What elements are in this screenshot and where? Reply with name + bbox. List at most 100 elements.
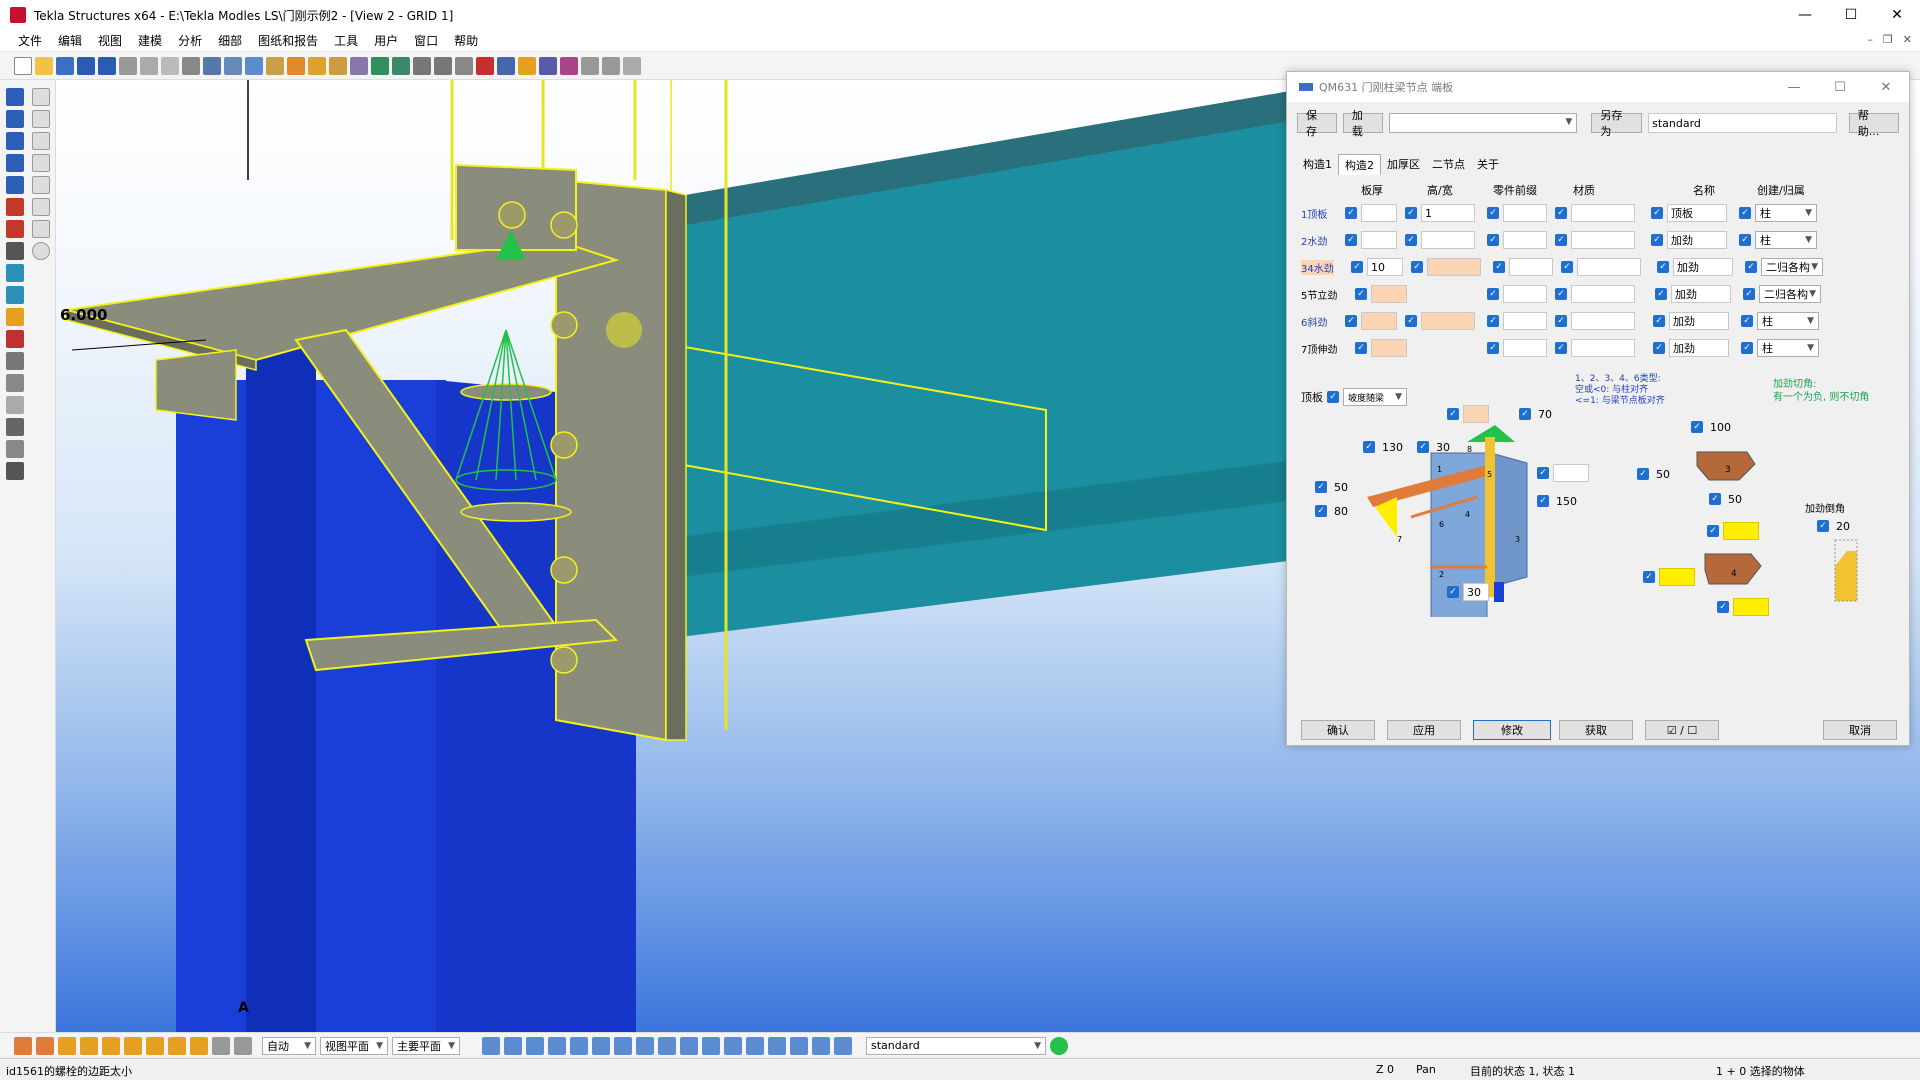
- close-button[interactable]: ✕: [1874, 0, 1920, 30]
- select-line-icon[interactable]: [790, 1036, 808, 1055]
- bolt-tool-icon[interactable]: [6, 198, 24, 216]
- mdi-minimize-icon[interactable]: –: [1867, 33, 1873, 46]
- checkbox[interactable]: ✓: [1351, 261, 1363, 273]
- modify-button[interactable]: 修改: [1473, 720, 1551, 740]
- apply-button[interactable]: 应用: [1387, 720, 1461, 740]
- checkbox[interactable]: ✓: [1405, 207, 1417, 219]
- offset-tool-icon[interactable]: [32, 132, 50, 150]
- prefix-input[interactable]: [1503, 231, 1547, 249]
- chamfer-input-yellow-1[interactable]: [1723, 522, 1759, 540]
- checkbox[interactable]: ✓: [1411, 261, 1423, 273]
- height-width-input[interactable]: [1421, 231, 1475, 249]
- menu-window[interactable]: 窗口: [406, 32, 446, 49]
- snap-nearest-icon[interactable]: [146, 1036, 164, 1055]
- select-bolt-icon[interactable]: [614, 1036, 632, 1055]
- plate-icon[interactable]: [6, 176, 24, 194]
- snap-any-icon[interactable]: [168, 1036, 186, 1055]
- arc-tool-icon[interactable]: [32, 110, 50, 128]
- cancel-button[interactable]: 取消: [1823, 720, 1897, 740]
- thickness-input[interactable]: 10: [1367, 258, 1403, 276]
- dim-input-30[interactable]: 30: [1433, 438, 1459, 456]
- dim-input-80[interactable]: 80: [1331, 502, 1367, 520]
- checkbox[interactable]: ✓: [1487, 315, 1499, 327]
- assembly-icon[interactable]: [308, 56, 326, 75]
- prefix-input[interactable]: [1503, 204, 1547, 222]
- material-input[interactable]: [1577, 258, 1641, 276]
- checkbox[interactable]: ✓: [1345, 315, 1357, 327]
- owner-select[interactable]: 柱 ▼: [1755, 204, 1817, 222]
- prefix-input[interactable]: [1503, 285, 1547, 303]
- snap-center-icon[interactable]: [58, 1036, 76, 1055]
- height-width-input[interactable]: [1421, 312, 1475, 330]
- prefix-input[interactable]: [1509, 258, 1553, 276]
- select-construction-icon[interactable]: [812, 1036, 830, 1055]
- dialog-close-button[interactable]: ✕: [1863, 72, 1909, 102]
- render-icon[interactable]: [560, 56, 578, 75]
- profile-icon[interactable]: [6, 264, 24, 282]
- checkbox[interactable]: ✓: [1637, 468, 1649, 480]
- dialog-minimize-button[interactable]: —: [1771, 72, 1817, 102]
- dimension-icon[interactable]: [413, 56, 431, 75]
- checkbox[interactable]: ✓: [1657, 261, 1669, 273]
- snap-perp-icon[interactable]: [102, 1036, 120, 1055]
- combine-tool-icon[interactable]: [32, 198, 50, 216]
- numbering-icon[interactable]: [497, 56, 515, 75]
- material-input[interactable]: [1571, 231, 1635, 249]
- grid-icon[interactable]: [224, 56, 242, 75]
- checkbox[interactable]: ✓: [1537, 467, 1549, 479]
- dim-input-100[interactable]: 100: [1707, 418, 1743, 436]
- save-icon[interactable]: [56, 56, 74, 75]
- menu-modeling[interactable]: 建模: [130, 32, 170, 49]
- selection-icon[interactable]: [539, 56, 557, 75]
- checkbox[interactable]: ✓: [1653, 315, 1665, 327]
- checkbox[interactable]: ✓: [1447, 586, 1459, 598]
- snap-icon[interactable]: [371, 56, 389, 75]
- measure-icon[interactable]: [392, 56, 410, 75]
- material-input[interactable]: [1571, 204, 1635, 222]
- select-part-icon[interactable]: [504, 1036, 522, 1055]
- checkbox[interactable]: ✓: [1739, 234, 1751, 246]
- print-icon[interactable]: [119, 56, 137, 75]
- snap-mid-icon[interactable]: [36, 1036, 54, 1055]
- checkbox[interactable]: ✓: [1745, 261, 1757, 273]
- select-reinforcement-icon[interactable]: [636, 1036, 654, 1055]
- checkbox[interactable]: ✓: [1651, 234, 1663, 246]
- name-input[interactable]: 加劲: [1673, 258, 1733, 276]
- grid-tool-icon[interactable]: [6, 396, 24, 414]
- load-combo[interactable]: ▼: [1388, 113, 1578, 133]
- owner-select[interactable]: 柱 ▼: [1755, 231, 1817, 249]
- menu-view[interactable]: 视图: [90, 32, 130, 49]
- snap-line-icon[interactable]: [124, 1036, 142, 1055]
- chamfer-tool-icon[interactable]: [32, 154, 50, 172]
- top-plate-slope-select[interactable]: 坡度随梁 ▼: [1343, 388, 1407, 406]
- checkbox[interactable]: ✓: [1417, 441, 1429, 453]
- rebar-icon[interactable]: [6, 330, 24, 348]
- tab-construction-2[interactable]: 构造2: [1338, 154, 1381, 175]
- contour-plate-icon[interactable]: [6, 308, 24, 326]
- checkbox[interactable]: ✓: [1487, 288, 1499, 300]
- checkbox[interactable]: ✓: [1487, 234, 1499, 246]
- chamfer-input-yellow-3[interactable]: [1733, 598, 1769, 616]
- split-tool-icon[interactable]: [32, 176, 50, 194]
- checkbox[interactable]: ✓: [1717, 601, 1729, 613]
- dim-input-150[interactable]: 150: [1553, 492, 1599, 510]
- select-filter-icon[interactable]: [834, 1036, 852, 1055]
- checkbox[interactable]: ✓: [1655, 288, 1667, 300]
- material-input[interactable]: [1571, 285, 1635, 303]
- select-component-icon[interactable]: [702, 1036, 720, 1055]
- bolt-icon[interactable]: [455, 56, 473, 75]
- layout-icon[interactable]: [623, 56, 641, 75]
- undo-icon[interactable]: [77, 56, 95, 75]
- selection-filter-select[interactable]: standard ▼: [866, 1036, 1046, 1055]
- pad-footing-icon[interactable]: [6, 352, 24, 370]
- select-weld-icon[interactable]: [548, 1036, 566, 1055]
- checkbox[interactable]: ✓: [1487, 342, 1499, 354]
- checkbox[interactable]: ✓: [1315, 481, 1327, 493]
- checkbox[interactable]: ✓: [1555, 342, 1567, 354]
- phase-icon[interactable]: [581, 56, 599, 75]
- select-assembly-icon[interactable]: [724, 1036, 742, 1055]
- material-input[interactable]: [1571, 339, 1635, 357]
- strip-footing-icon[interactable]: [6, 374, 24, 392]
- select-grid-icon[interactable]: [658, 1036, 676, 1055]
- chamfer-input-20[interactable]: 20: [1833, 517, 1863, 535]
